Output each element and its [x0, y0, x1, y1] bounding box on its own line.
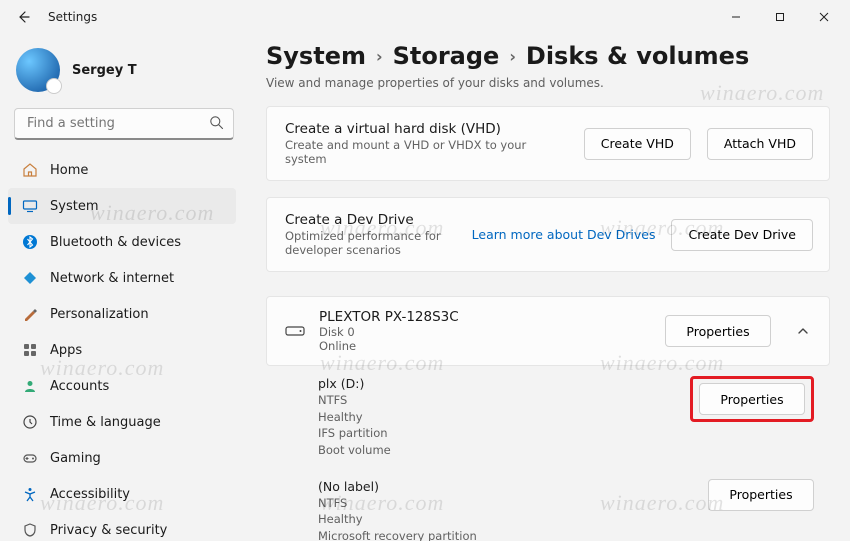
nav-label: Privacy & security: [50, 523, 167, 538]
nav-label: Network & internet: [50, 271, 174, 286]
disk-name: PLEXTOR PX-128S3C: [319, 309, 651, 325]
nav-label: Accessibility: [50, 487, 130, 502]
vhd-subtitle: Create and mount a VHD or VHDX to your s…: [285, 138, 568, 166]
breadcrumb-storage[interactable]: Storage: [393, 42, 500, 70]
volume-name: (No label): [318, 479, 694, 494]
devdrive-card: Create a Dev Drive Optimized performance…: [266, 197, 830, 272]
nav-privacy[interactable]: Privacy & security: [8, 512, 236, 541]
sidebar: Sergey T Home System Bluetooth & devices…: [0, 34, 248, 541]
close-button[interactable]: [802, 2, 846, 32]
nav-label: System: [50, 199, 98, 214]
nav-bluetooth[interactable]: Bluetooth & devices: [8, 224, 236, 260]
accounts-icon: [22, 378, 38, 394]
nav-list: Home System Bluetooth & devices Network …: [4, 152, 240, 541]
nav-label: Bluetooth & devices: [50, 235, 181, 250]
apps-icon: [22, 342, 38, 358]
volume-properties-button[interactable]: Properties: [708, 479, 814, 511]
time-icon: [22, 414, 38, 430]
nav-accounts[interactable]: Accounts: [8, 368, 236, 404]
volume-name: plx (D:): [318, 376, 676, 391]
main-content: System › Storage › Disks & volumes View …: [248, 34, 850, 541]
privacy-icon: [22, 522, 38, 538]
nav-label: Personalization: [50, 307, 149, 322]
disk-group: PLEXTOR PX-128S3C Disk 0 Online Properti…: [266, 296, 830, 541]
volume-line: IFS partition: [318, 425, 676, 442]
back-button[interactable]: [10, 4, 36, 30]
chevron-right-icon: ›: [509, 47, 516, 66]
nav-label: Apps: [50, 343, 82, 358]
attach-vhd-button[interactable]: Attach VHD: [707, 128, 813, 160]
dev-title: Create a Dev Drive: [285, 212, 456, 228]
highlight-annotation: Properties: [690, 376, 814, 422]
disk-icon: [285, 325, 305, 337]
volume-line: Microsoft recovery partition: [318, 528, 694, 541]
volume-line: Boot volume: [318, 442, 676, 459]
nav-time[interactable]: Time & language: [8, 404, 236, 440]
disk-properties-button[interactable]: Properties: [665, 315, 771, 347]
nav-accessibility[interactable]: Accessibility: [8, 476, 236, 512]
create-devdrive-button[interactable]: Create Dev Drive: [671, 219, 813, 251]
titlebar: Settings: [0, 0, 850, 34]
volume-line: Healthy: [318, 409, 676, 426]
chevron-right-icon: ›: [376, 47, 383, 66]
search-input[interactable]: [14, 108, 234, 140]
dev-learn-link[interactable]: Learn more about Dev Drives: [472, 227, 656, 242]
vhd-card: Create a virtual hard disk (VHD) Create …: [266, 106, 830, 181]
breadcrumb-current: Disks & volumes: [526, 42, 749, 70]
disk-header[interactable]: PLEXTOR PX-128S3C Disk 0 Online Properti…: [266, 296, 830, 366]
nav-apps[interactable]: Apps: [8, 332, 236, 368]
minimize-button[interactable]: [714, 2, 758, 32]
nav-label: Accounts: [50, 379, 109, 394]
volume-line: NTFS: [318, 495, 694, 512]
accessibility-icon: [22, 486, 38, 502]
create-vhd-button[interactable]: Create VHD: [584, 128, 691, 160]
nav-personalization[interactable]: Personalization: [8, 296, 236, 332]
chevron-up-icon[interactable]: [793, 325, 813, 337]
system-icon: [22, 198, 38, 214]
avatar: [16, 48, 60, 92]
nav-label: Gaming: [50, 451, 101, 466]
nav-gaming[interactable]: Gaming: [8, 440, 236, 476]
bluetooth-icon: [22, 234, 38, 250]
disk-status: Online: [319, 339, 651, 353]
volume-line: Healthy: [318, 511, 694, 528]
username: Sergey T: [72, 63, 137, 78]
profile[interactable]: Sergey T: [4, 38, 240, 106]
volume-row: plx (D:) NTFS Healthy IFS partition Boot…: [266, 366, 830, 469]
breadcrumb-system[interactable]: System: [266, 42, 366, 70]
volume-properties-button[interactable]: Properties: [699, 383, 805, 415]
dev-subtitle: Optimized performance for developer scen…: [285, 229, 456, 257]
page-subtitle: View and manage properties of your disks…: [266, 76, 830, 90]
network-icon: [22, 270, 38, 286]
nav-network[interactable]: Network & internet: [8, 260, 236, 296]
volume-row: (No label) NTFS Healthy Microsoft recove…: [266, 469, 830, 541]
search-icon: [209, 115, 224, 134]
maximize-button[interactable]: [758, 2, 802, 32]
nav-label: Time & language: [50, 415, 161, 430]
disk-num: Disk 0: [319, 325, 651, 339]
volume-line: NTFS: [318, 392, 676, 409]
nav-system[interactable]: System: [8, 188, 236, 224]
personalization-icon: [22, 306, 38, 322]
nav-label: Home: [50, 163, 88, 178]
search-box[interactable]: [14, 108, 234, 140]
nav-home[interactable]: Home: [8, 152, 236, 188]
gaming-icon: [22, 450, 38, 466]
window-title: Settings: [48, 10, 97, 24]
breadcrumb: System › Storage › Disks & volumes: [266, 42, 830, 70]
vhd-title: Create a virtual hard disk (VHD): [285, 121, 568, 137]
home-icon: [22, 162, 38, 178]
